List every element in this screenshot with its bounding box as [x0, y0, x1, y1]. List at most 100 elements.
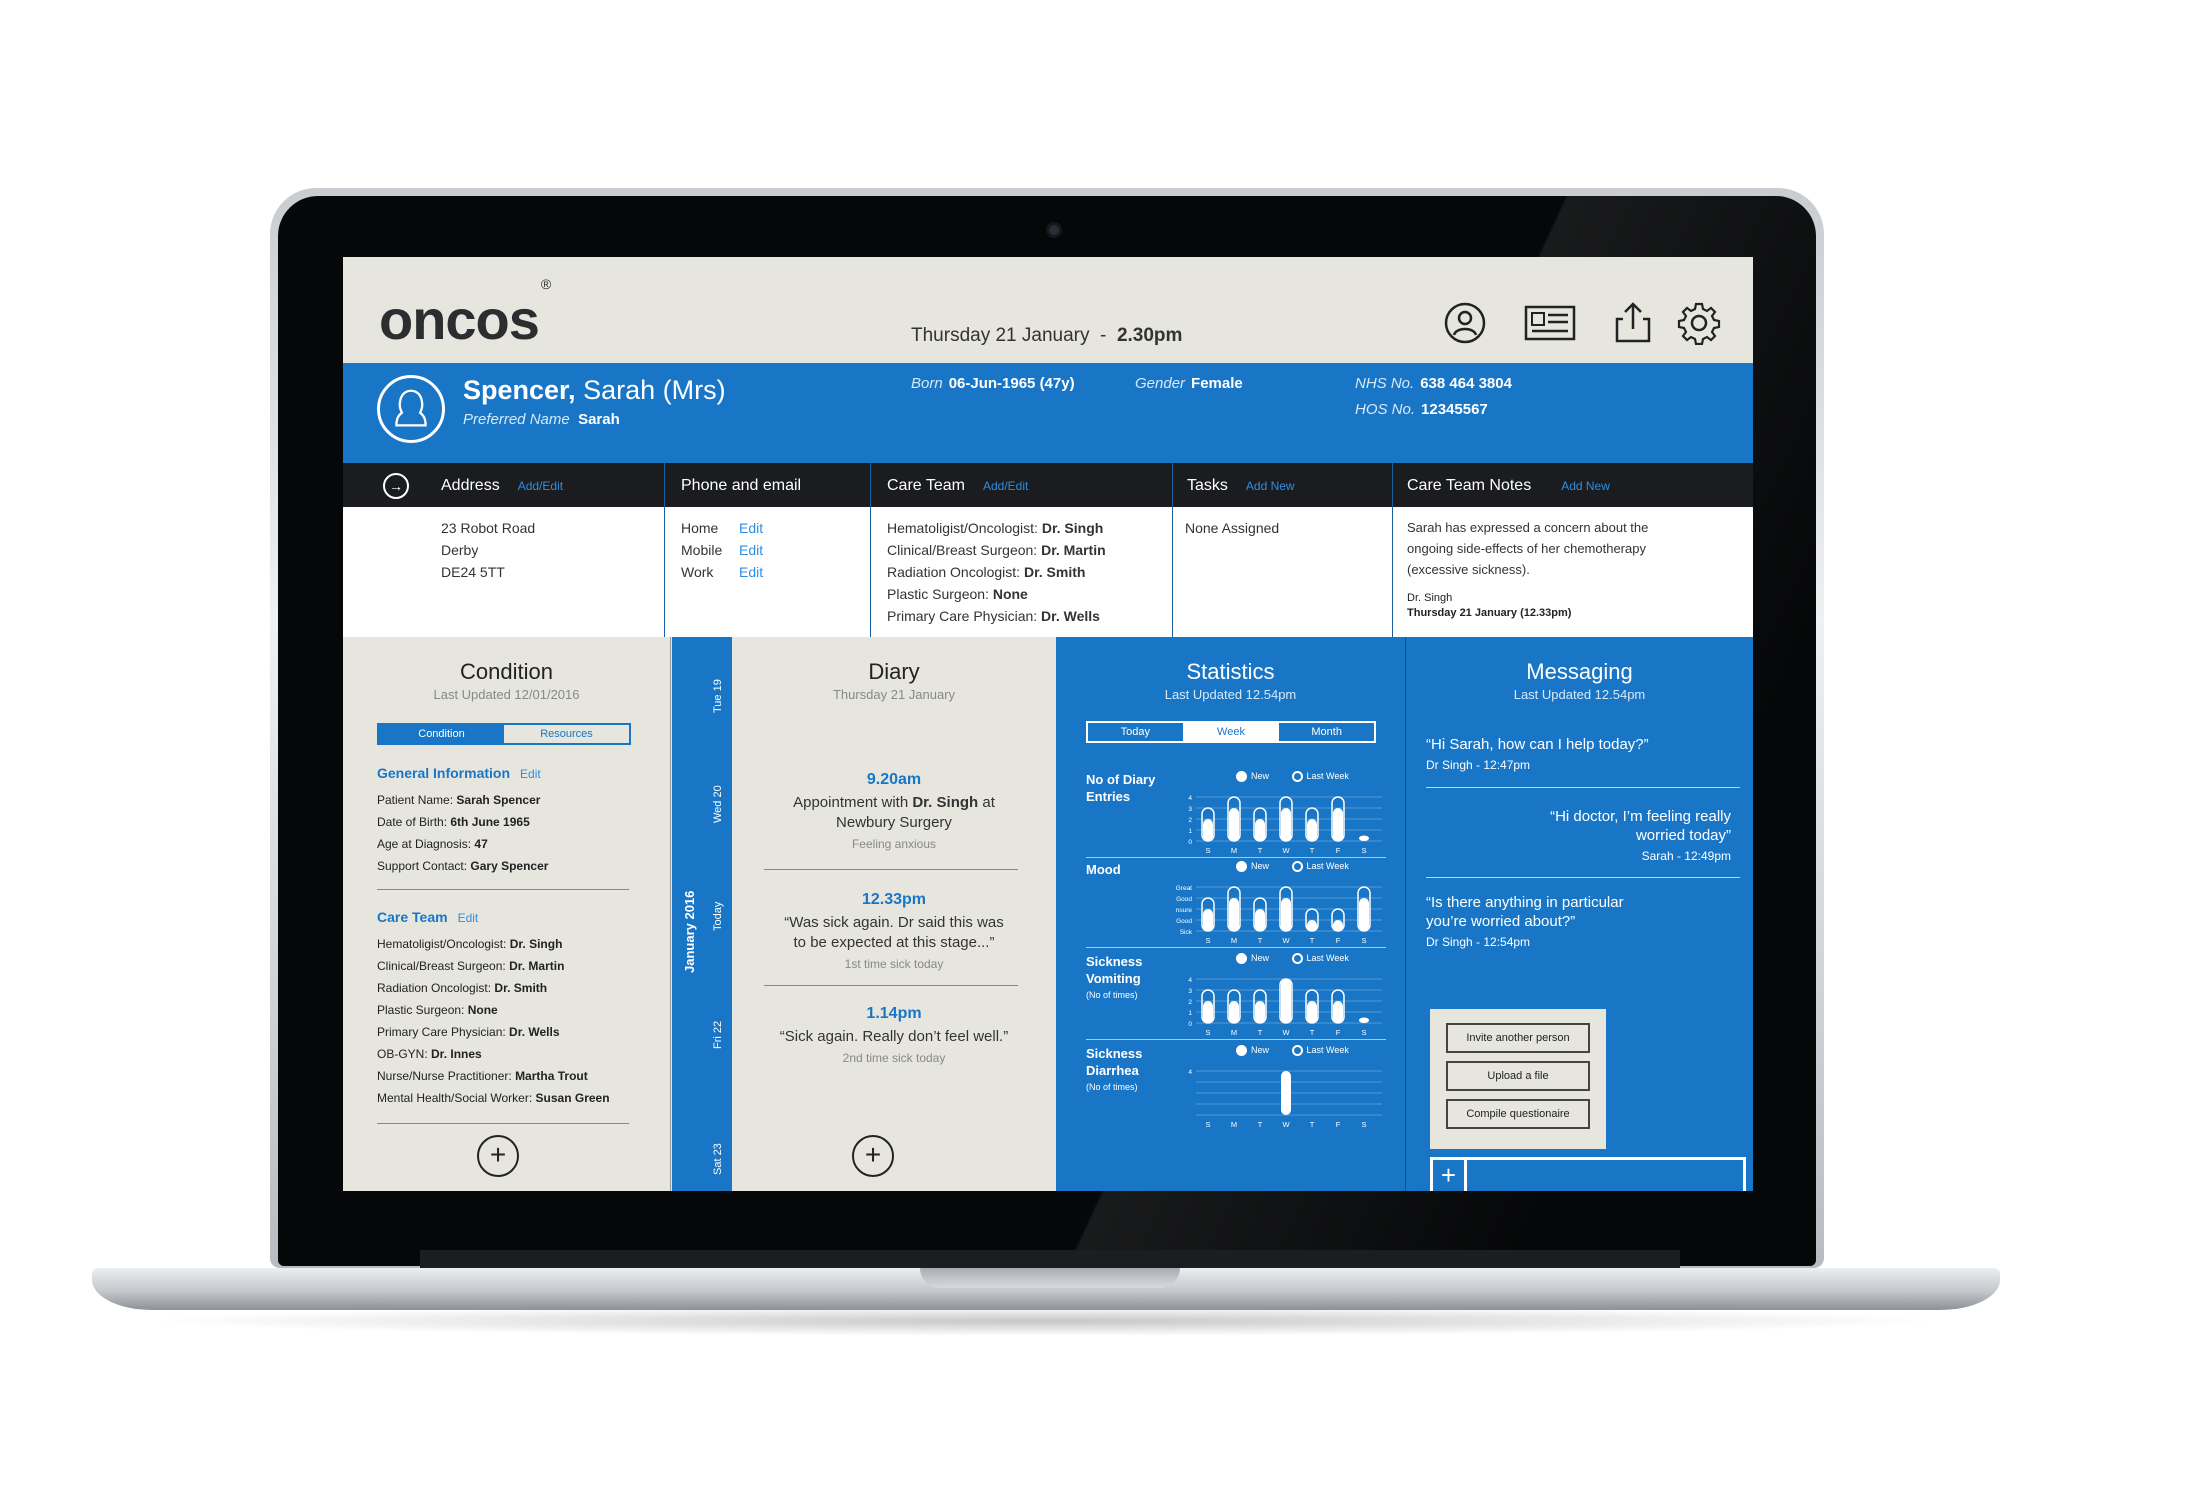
- stat-bar-chart: 4 S M T W T F S: [1188, 1069, 1382, 1129]
- tab-resources[interactable]: Resources: [504, 725, 629, 743]
- y-tick-label: Unsure: [1176, 907, 1192, 914]
- care-team-add-edit-link[interactable]: Add/Edit: [983, 479, 1028, 493]
- work-phone-edit-link[interactable]: Edit: [739, 564, 763, 580]
- general-info-heading: General Information Edit: [377, 765, 541, 781]
- home-phone-edit-link[interactable]: Edit: [739, 520, 763, 536]
- stat-label: Mood: [1086, 862, 1121, 877]
- care-notes-signature: Dr. Singh Thursday 21 January (12.33pm): [1407, 592, 1572, 619]
- tab-month[interactable]: Month: [1279, 723, 1374, 741]
- stat-block: No of Diary Entries New Last Week 4 3 2 1 0 S M T…: [1086, 771, 1386, 861]
- date-today[interactable]: Today: [712, 902, 724, 931]
- x-tick-label: W: [1282, 1028, 1290, 1037]
- current-datetime: Thursday 21 January - 2.30pm: [911, 325, 1183, 346]
- divider: [1086, 947, 1386, 948]
- upload-file-button[interactable]: Upload a file: [1446, 1061, 1590, 1091]
- messaging-panel: Messaging Last Updated 12.54pm “Hi Sarah…: [1406, 637, 1753, 1191]
- care-notes-add-new-link[interactable]: Add New: [1561, 479, 1610, 493]
- bar-new: [1229, 808, 1239, 841]
- stat-legend: New Last Week: [1236, 861, 1349, 873]
- bar-new: [1307, 1001, 1317, 1023]
- general-info-row: Patient Name: Sarah Spencer: [377, 793, 541, 807]
- message-item[interactable]: “Hi doctor, I’m feeling really worried t…: [1501, 807, 1731, 866]
- tasks-add-new-link[interactable]: Add New: [1246, 479, 1295, 493]
- gender-field: Gender Female: [1135, 375, 1243, 392]
- general-info-edit-link[interactable]: Edit: [520, 767, 541, 781]
- care-team-row: Hematoligist/Oncologist: Dr. Singh: [377, 937, 563, 951]
- condition-panel: Condition Last Updated 12/01/2016 Condit…: [343, 637, 671, 1191]
- message-compose-bar[interactable]: +: [1430, 1157, 1746, 1191]
- profile-icon[interactable]: [1443, 301, 1487, 345]
- diary-entry[interactable]: 9.20am Appointment with Dr. Singh at New…: [732, 771, 1056, 851]
- care-team-header: Care Team Add/Edit: [887, 477, 1029, 494]
- mobile-phone-edit-link[interactable]: Edit: [739, 542, 763, 558]
- x-tick-label: T: [1258, 1028, 1263, 1037]
- bar-new: [1281, 1071, 1291, 1115]
- statistics-updated: Last Updated 12.54pm: [1164, 687, 1297, 702]
- statistics-title: Statistics: [1186, 659, 1275, 684]
- x-tick-label: M: [1231, 846, 1237, 855]
- diary-entry[interactable]: 12.33pm “Was sick again. Dr said this wa…: [732, 891, 1056, 971]
- date-fri-22[interactable]: Fri 22: [712, 1021, 724, 1049]
- laptop-hinge: [420, 1250, 1680, 1268]
- record-card-icon[interactable]: [1523, 301, 1577, 345]
- condition-title: Condition: [460, 659, 553, 684]
- app-logo[interactable]: oncos®: [379, 276, 551, 352]
- legend-last-week-icon: [1291, 861, 1303, 873]
- x-tick-label: S: [1205, 1028, 1210, 1037]
- address-column: → Address Add/Edit 23 Robot Road Derby DE…: [343, 463, 665, 637]
- tab-today[interactable]: Today: [1088, 723, 1184, 741]
- date-tue-19[interactable]: Tue 19: [712, 679, 724, 713]
- y-tick-label: 3: [1188, 806, 1192, 813]
- x-tick-label: W: [1282, 1120, 1290, 1129]
- date-sat-23[interactable]: Sat 23: [712, 1143, 724, 1175]
- date-wed-20[interactable]: Wed 20: [712, 785, 724, 823]
- message-item[interactable]: “Is there anything in particular you’re …: [1426, 893, 1646, 952]
- address-add-edit-link[interactable]: Add/Edit: [518, 479, 563, 493]
- add-condition-button[interactable]: +: [477, 1135, 519, 1177]
- y-tick-label: 0: [1188, 1021, 1192, 1028]
- message-item[interactable]: “Hi Sarah, how can I help today?” Dr Sing…: [1426, 735, 1726, 775]
- care-team-row: Plastic Surgeon: None: [377, 1003, 498, 1017]
- y-tick-label: Sick: [1180, 929, 1193, 936]
- y-tick-label: Great: [1176, 885, 1192, 892]
- y-tick-label: 2: [1188, 999, 1192, 1006]
- bar-new: [1333, 920, 1343, 931]
- compile-questionnaire-button[interactable]: Compile questionaire: [1446, 1099, 1590, 1129]
- address-header: Address Add/Edit: [441, 477, 564, 494]
- care-team-list: Hematoligist/Oncologist: Dr. Singh Clini…: [887, 520, 1106, 624]
- add-diary-entry-button[interactable]: +: [852, 1135, 894, 1177]
- y-tick-label: 4: [1188, 795, 1192, 802]
- bar-new: [1333, 1001, 1343, 1023]
- bar-new: [1359, 835, 1369, 841]
- divider: [764, 869, 1018, 870]
- diary-entry[interactable]: 1.14pm “Sick again. Really don’t feel we…: [732, 1005, 1056, 1065]
- top-bar: oncos® Thursday 21 January - 2.30pm: [343, 257, 1753, 363]
- legend-new-icon: [1236, 953, 1247, 965]
- care-team-edit-link[interactable]: Edit: [458, 911, 479, 925]
- tasks-body: None Assigned: [1185, 520, 1280, 536]
- stat-block: Mood New Last Week Great Good Unsure Not Good…: [1086, 861, 1386, 951]
- tasks-header: Tasks Add New: [1187, 477, 1295, 494]
- app-screen: oncos® Thursday 21 January - 2.30pm Spen…: [343, 257, 1753, 1191]
- patient-banner: Spencer, Sarah (Mrs) Preferred Name Sara…: [343, 363, 1753, 463]
- tab-week[interactable]: Week: [1183, 723, 1280, 741]
- invite-person-button[interactable]: Invite another person: [1446, 1023, 1590, 1053]
- bar-new: [1307, 819, 1317, 841]
- y-tick-label: 1: [1188, 1010, 1192, 1017]
- stat-label: No of Diary Entries: [1086, 772, 1156, 804]
- compose-add-button[interactable]: +: [1433, 1160, 1467, 1191]
- legend-new-icon: [1236, 861, 1247, 873]
- care-team-row: Clinical/Breast Surgeon: Dr. Martin: [377, 959, 565, 973]
- share-icon[interactable]: [1611, 301, 1655, 345]
- y-tick-label: Not Good: [1176, 918, 1192, 925]
- x-tick-label: M: [1231, 1028, 1237, 1037]
- phone-rows: Home Edit Mobile Edit Work Edit: [681, 520, 764, 580]
- tab-condition[interactable]: Condition: [379, 725, 504, 743]
- stat-block: Sickness Diarrhea (No of times) New Last W…: [1086, 1045, 1386, 1135]
- x-tick-label: W: [1282, 936, 1290, 945]
- settings-icon[interactable]: [1677, 301, 1721, 345]
- bar-new: [1255, 1001, 1265, 1023]
- born-field: Born 06-Jun-1965 (47y): [911, 375, 1075, 392]
- patient-avatar-icon: [377, 375, 445, 443]
- stat-label: Sickness Vomiting (No of times): [1086, 954, 1143, 1000]
